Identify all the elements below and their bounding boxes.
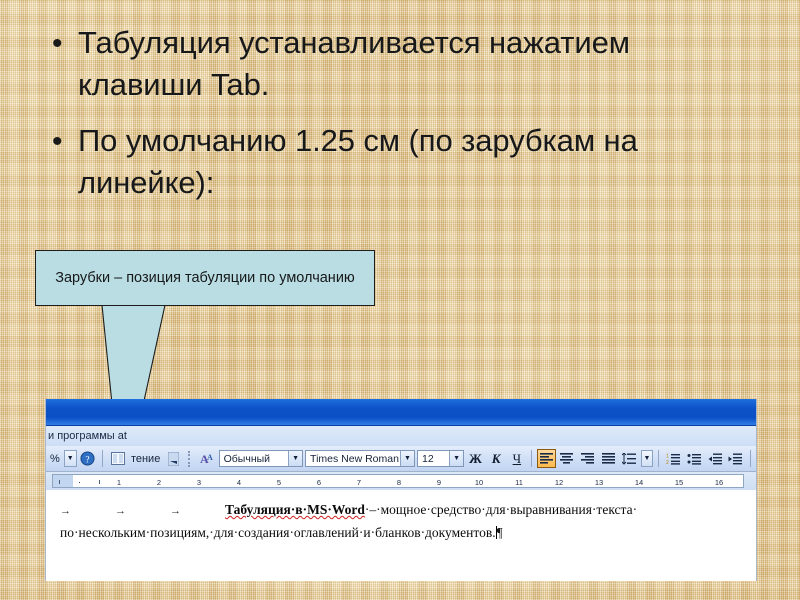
- document-line-1-rest: ·–·мощное·средство·для·выравнивания·текс…: [364, 502, 638, 517]
- toolbar-grip[interactable]: [188, 450, 193, 467]
- word-window-screenshot: и программы at % ▼ ? тение A A Обычный ▼…: [45, 399, 757, 581]
- svg-text:A: A: [207, 453, 213, 462]
- toolbar-separator: [658, 450, 660, 467]
- line-spacing-icon[interactable]: [620, 449, 639, 468]
- document-bold-run: Табуляция·в·MS·Word: [225, 502, 365, 517]
- ruler-tick-label: 7: [356, 478, 362, 487]
- bullet-marker-icon: •: [52, 27, 63, 60]
- document-page[interactable]: → → → Табуляция·в·MS·Word·–·мощное·средство…: [46, 490, 756, 581]
- toolbar-separator: [750, 450, 752, 467]
- ruler-half-tick: [99, 480, 100, 484]
- align-left-icon[interactable]: [537, 449, 556, 468]
- ruler-tick-label: 4: [236, 478, 242, 487]
- slide-canvas: • Табуляция устанавливается нажатием кла…: [0, 0, 800, 600]
- ruler-tick-label: 13: [594, 478, 604, 487]
- callout-text: Зарубки – позиция табуляции по умолчанию: [55, 270, 355, 286]
- ruler-tick-label: 5: [276, 478, 282, 487]
- align-center-icon[interactable]: [558, 449, 577, 468]
- chevron-down-icon[interactable]: ▼: [288, 451, 303, 466]
- svg-text:2: 2: [666, 460, 669, 465]
- horizontal-ruler[interactable]: 1 2 3 4 5 6 7 8 9 10 11 12 13 14 15 16: [52, 474, 744, 488]
- ruler-half-tick: [59, 480, 60, 484]
- ruler-tick-label: 1: [116, 478, 122, 487]
- slide-body-text: • Табуляция устанавливается нажатием кла…: [52, 22, 762, 218]
- toolbar-separator: [531, 450, 533, 467]
- svg-text:1: 1: [666, 453, 669, 459]
- read-mode-label[interactable]: тение: [129, 453, 162, 465]
- underline-button[interactable]: Ч: [508, 449, 527, 468]
- styles-icon[interactable]: A A: [198, 449, 217, 468]
- ruler-minor-dot: [79, 482, 80, 483]
- callout-box: Зарубки – позиция табуляции по умолчанию: [35, 250, 375, 306]
- tab-mark: →: [170, 505, 181, 517]
- word-title-bar: [46, 399, 756, 426]
- ruler-tick-label: 8: [396, 478, 402, 487]
- font-size-combo[interactable]: 12 ▼: [416, 450, 465, 467]
- document-line-1: → → → Табуляция·в·MS·Word·–·мощное·средство…: [60, 499, 750, 522]
- word-formatting-toolbar[interactable]: % ▼ ? тение A A Обычный ▼ Times New Roma…: [46, 446, 756, 472]
- ruler-tick-label: 11: [515, 478, 523, 487]
- increase-indent-icon[interactable]: [726, 449, 745, 468]
- ruler-tick-label: 16: [714, 478, 724, 487]
- bold-button[interactable]: Ж: [466, 449, 485, 468]
- ruler-tick-label: 10: [474, 478, 484, 487]
- word-menu-bar[interactable]: и программы at: [46, 426, 756, 446]
- tab-mark: →: [115, 505, 126, 517]
- numbered-list-icon[interactable]: 1 2: [664, 449, 683, 468]
- chevron-down-icon[interactable]: ▼: [449, 451, 464, 466]
- bullet-text: По умолчанию 1.25 см (по зарубкам на лин…: [78, 123, 638, 200]
- paragraph-style-combo[interactable]: Обычный ▼: [218, 450, 304, 467]
- chevron-down-icon[interactable]: ▼: [399, 451, 414, 466]
- svg-text:?: ?: [86, 455, 90, 465]
- chevron-down-icon[interactable]: ▼: [640, 450, 654, 467]
- help-icon[interactable]: ?: [79, 449, 98, 468]
- decrease-indent-icon[interactable]: [706, 449, 725, 468]
- list-item: • По умолчанию 1.25 см (по зарубкам на л…: [52, 120, 762, 204]
- chevron-down-icon[interactable]: ▼: [63, 450, 77, 467]
- font-name-combo[interactable]: Times New Roman ▼: [305, 450, 415, 467]
- document-line-2-text: по·нескольким·позициям,·для·создания·огл…: [60, 525, 496, 540]
- ruler-tick-label: 2: [156, 478, 162, 487]
- paragraph-style-value: Обычный: [223, 452, 271, 465]
- ruler-tick-label: 15: [674, 478, 684, 487]
- bullet-marker-icon: •: [52, 125, 63, 158]
- document-line-2: по·нескольким·позициям,·для·создания·огл…: [60, 522, 750, 543]
- bullet-text: Табуляция устанавливается нажатием клави…: [78, 25, 630, 102]
- read-layout-icon[interactable]: [108, 449, 127, 468]
- zoom-label: %: [50, 452, 60, 465]
- font-size-value: 12: [421, 452, 434, 465]
- ruler-left-margin-zone: [53, 475, 73, 487]
- font-name-value: Times New Roman: [310, 452, 399, 465]
- ruler-tick-label: 14: [634, 478, 644, 487]
- align-right-icon[interactable]: [579, 449, 598, 468]
- toolbar-overflow-icon[interactable]: [164, 449, 183, 468]
- bullet-list-icon[interactable]: [685, 449, 704, 468]
- paragraph-mark: ¶: [496, 525, 503, 540]
- document-text[interactable]: → → → Табуляция·в·MS·Word·–·мощное·средство…: [60, 499, 750, 543]
- list-item: • Табуляция устанавливается нажатием кла…: [52, 22, 762, 106]
- word-ruler-bar[interactable]: 1 2 3 4 5 6 7 8 9 10 11 12 13 14 15 16: [46, 472, 756, 491]
- italic-button[interactable]: К: [487, 449, 506, 468]
- align-justify-icon[interactable]: [599, 449, 618, 468]
- word-menu-text: и программы at: [48, 430, 127, 442]
- ruler-tick-label: 12: [554, 478, 564, 487]
- ruler-tick-label: 6: [316, 478, 322, 487]
- ruler-tick-label: 9: [436, 478, 442, 487]
- tab-mark: →: [60, 505, 71, 517]
- ruler-tick-label: 3: [196, 478, 202, 487]
- toolbar-separator: [102, 450, 104, 467]
